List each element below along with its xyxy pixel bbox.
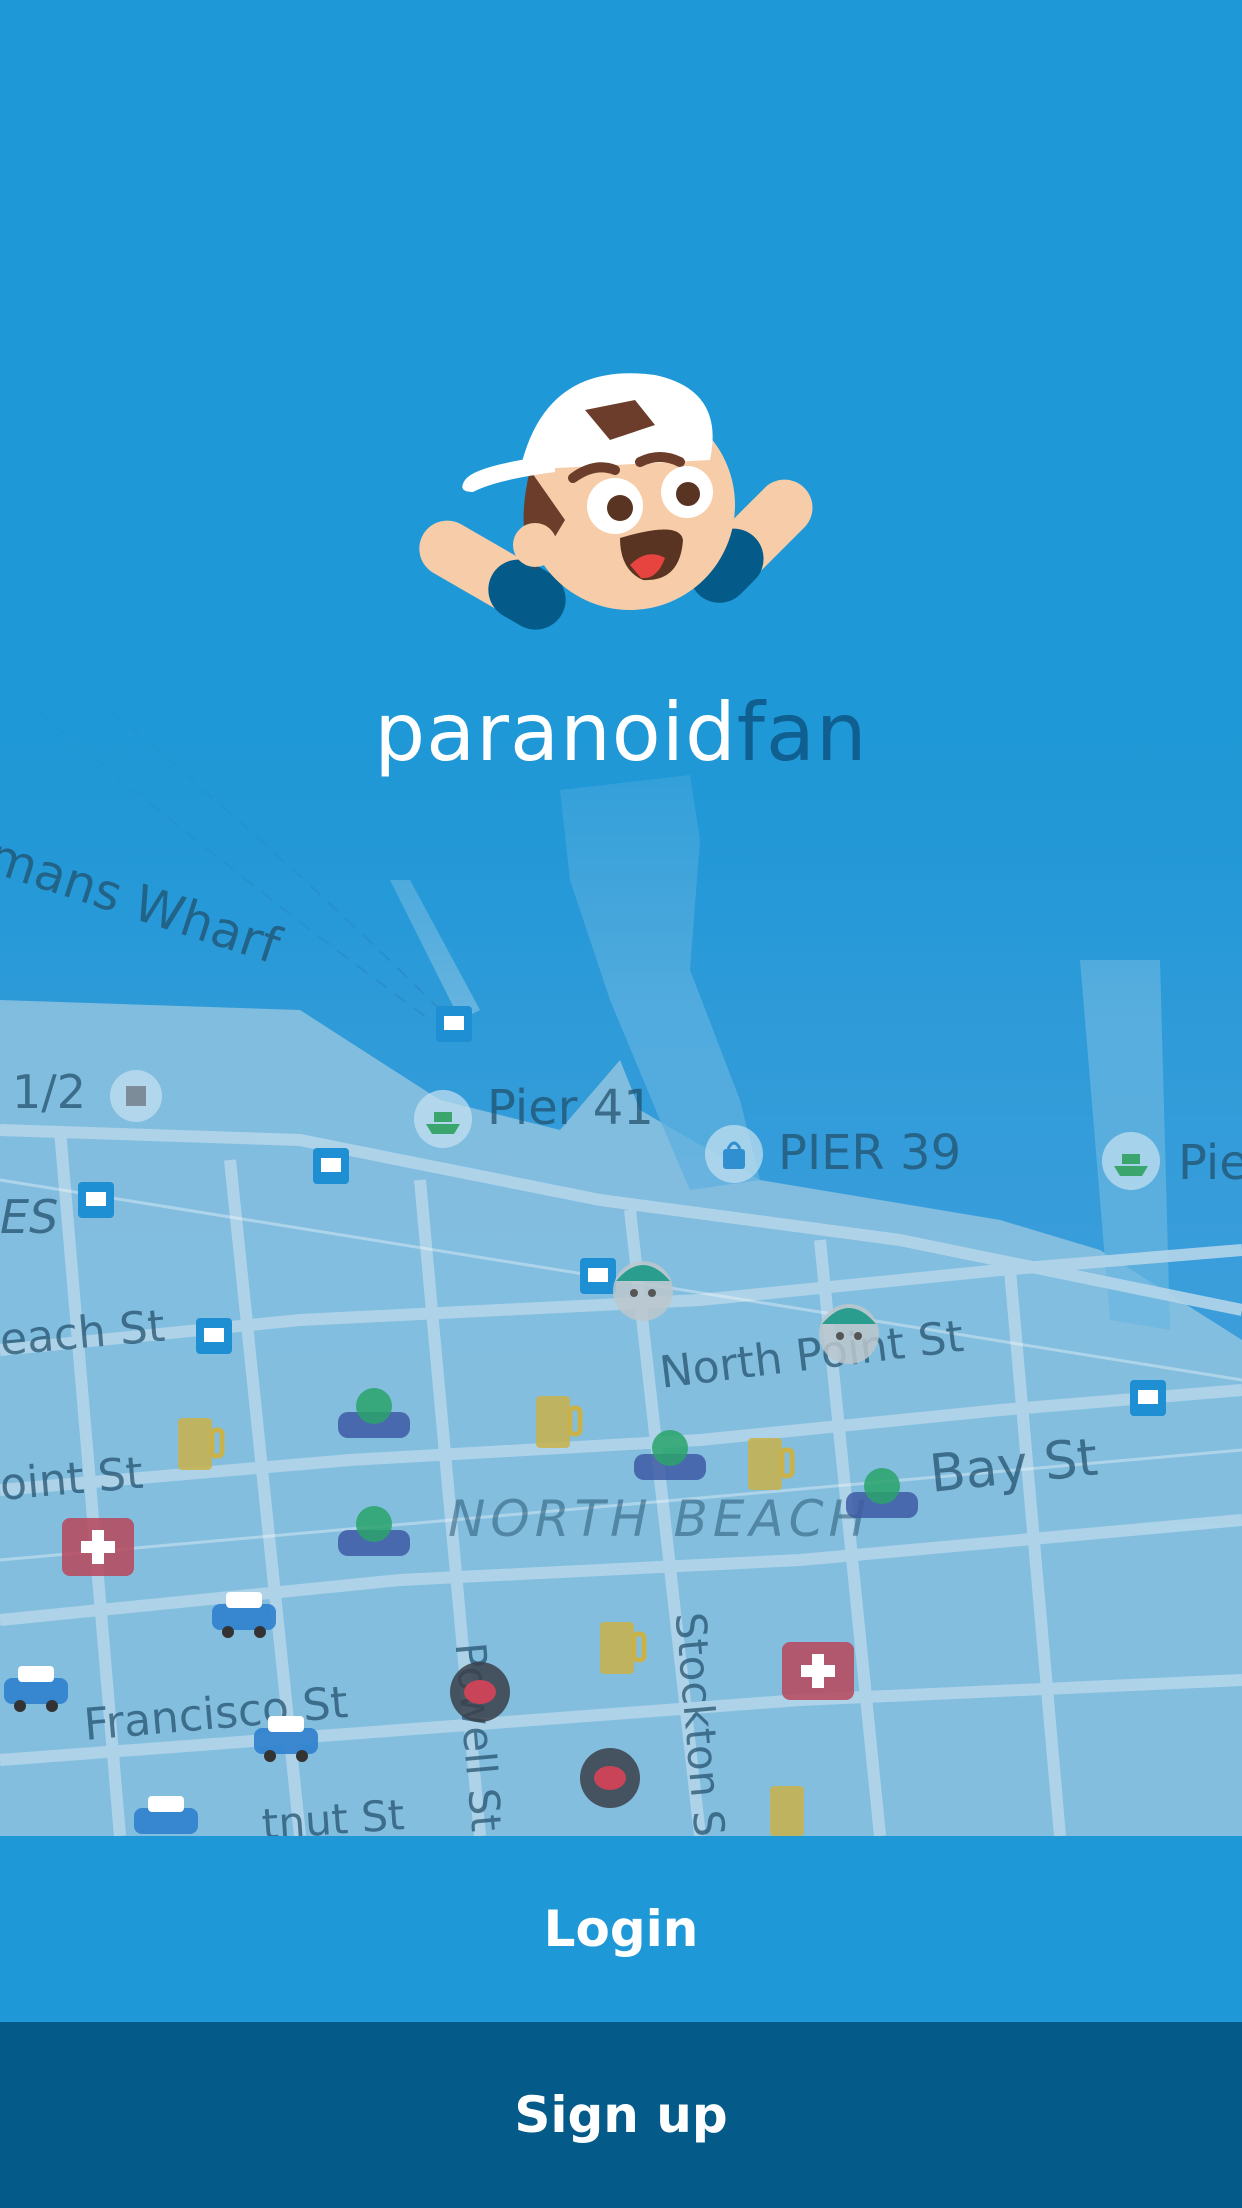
food-pin-icon — [634, 1430, 706, 1480]
brand-name-part2: fan — [736, 686, 868, 779]
ferry-pin-icon — [414, 1090, 472, 1148]
meat-pin-icon — [450, 1662, 510, 1722]
transit-pin-icon — [313, 1148, 349, 1184]
map-label-pier39: PIER 39 — [778, 1125, 962, 1181]
brand-name-part1: paranoid — [374, 686, 737, 779]
transit-pin-icon — [436, 1006, 472, 1042]
map-label-north-beach: NORTH BEACH — [448, 1490, 872, 1548]
signup-button-label: Sign up — [514, 2086, 728, 2144]
first-aid-pin-icon — [62, 1518, 134, 1576]
transit-pin-icon — [1130, 1380, 1166, 1416]
map-label-half: 1/2 — [12, 1065, 87, 1119]
parking-pin-icon — [110, 1070, 162, 1122]
police-car-pin-icon — [4, 1666, 68, 1712]
food-pin-icon — [338, 1388, 410, 1438]
login-button[interactable]: Login — [0, 1836, 1242, 2022]
login-button-label: Login — [543, 1900, 699, 1958]
shopping-pin-icon — [705, 1125, 763, 1183]
food-pin-icon — [846, 1468, 918, 1518]
beer-pin-icon — [178, 1418, 225, 1470]
hero-section: mans Wharf 1/2 Pier 41 PIER 39 Pie ES ea… — [0, 0, 1242, 1836]
mascot-logo — [419, 373, 813, 630]
beer-pin-icon — [748, 1438, 795, 1490]
beer-pin-icon — [536, 1396, 583, 1448]
police-car-pin-icon — [212, 1592, 276, 1638]
police-car-pin-icon — [254, 1716, 318, 1762]
map-label-pier41: Pier 41 — [487, 1080, 654, 1136]
transit-pin-icon — [78, 1182, 114, 1218]
fan-avatar-icon — [819, 1304, 879, 1364]
brand-name: paranoidfan — [0, 683, 1242, 783]
fan-avatar-icon — [613, 1261, 673, 1321]
signup-button[interactable]: Sign up — [0, 2022, 1242, 2208]
ferry-pin-icon — [1102, 1132, 1160, 1190]
map-label-pier-right: Pie — [1178, 1135, 1242, 1191]
beer-pin-icon — [600, 1622, 647, 1674]
beer-pin-icon — [770, 1786, 804, 1836]
first-aid-pin-icon — [782, 1642, 854, 1700]
map-label-es: ES — [0, 1190, 59, 1244]
transit-pin-icon — [196, 1318, 232, 1354]
food-pin-icon — [338, 1506, 410, 1556]
police-car-pin-icon — [134, 1796, 198, 1834]
meat-pin-icon — [580, 1748, 640, 1808]
